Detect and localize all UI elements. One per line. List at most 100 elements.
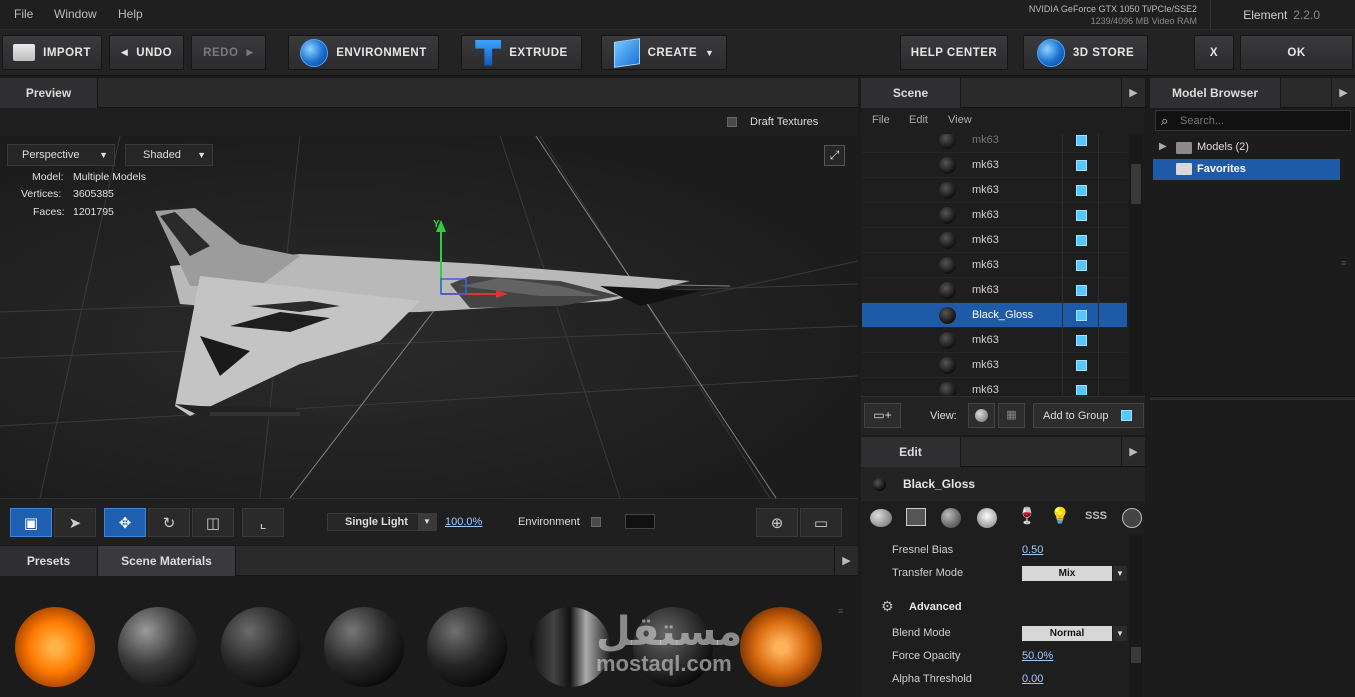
tab-edit[interactable]: Edit — [861, 437, 961, 467]
preset-dark-1[interactable] — [221, 607, 301, 687]
camera-icon[interactable]: ▣ — [10, 508, 52, 537]
tab-presets[interactable]: Presets — [0, 546, 98, 576]
chevron-right-icon[interactable]: ▶ — [1121, 437, 1145, 467]
light-percent-value[interactable]: 100.0% — [445, 516, 482, 528]
list-item[interactable]: mk63 — [862, 353, 1127, 378]
create-button[interactable]: CREATE ▼ — [601, 35, 727, 70]
add-folder-icon[interactable]: ▭+ — [864, 403, 901, 428]
wireframe-sphere-icon[interactable] — [1122, 508, 1142, 528]
visibility-icon[interactable] — [1076, 160, 1087, 171]
blend-mode-dropdown[interactable]: Normal — [1022, 626, 1112, 641]
maximize-icon[interactable]: ⤢ — [824, 145, 845, 166]
visibility-icon[interactable] — [1076, 210, 1087, 221]
draft-textures-checkbox[interactable] — [727, 117, 737, 127]
scrollbar-thumb[interactable] — [1131, 647, 1141, 663]
select-arrow-icon[interactable]: ➤ — [54, 508, 96, 537]
tab-preview[interactable]: Preview — [0, 78, 98, 108]
help-center-button[interactable]: HELP CENTER — [900, 35, 1008, 70]
undo-button[interactable]: ◀ UNDO — [109, 35, 184, 70]
scroll-grip[interactable]: ≡ — [838, 606, 852, 616]
extrude-button[interactable]: EXTRUDE — [461, 35, 582, 70]
menu-window[interactable]: Window — [54, 7, 97, 21]
visibility-icon[interactable] — [1076, 185, 1087, 196]
chevron-right-icon[interactable]: ▶ — [1121, 78, 1145, 108]
3d-viewport[interactable]: Y Perspective ▼ Shaded ▼ ⤢ Model: Multiple… — [0, 136, 858, 498]
pivot-icon[interactable]: ⌞ — [242, 508, 284, 537]
visibility-icon[interactable] — [1076, 260, 1087, 271]
visibility-icon[interactable] — [1076, 310, 1087, 321]
scene-menu-file[interactable]: File — [872, 114, 890, 126]
environment-color-swatch[interactable] — [625, 514, 655, 529]
import-button[interactable]: IMPORT — [2, 35, 102, 70]
shading-dropdown[interactable]: Shaded ▼ — [125, 144, 213, 166]
view-sphere-button[interactable] — [968, 403, 995, 428]
edit-scrollbar[interactable] — [1129, 535, 1143, 697]
environment-checkbox[interactable] — [591, 517, 601, 527]
visibility-icon[interactable] — [1076, 360, 1087, 371]
list-item[interactable]: mk63 — [862, 253, 1127, 278]
visibility-icon[interactable] — [1076, 385, 1087, 395]
close-button[interactable]: X — [1194, 35, 1234, 70]
chevron-right-icon[interactable]: ▶ — [834, 546, 858, 576]
visibility-icon[interactable] — [1076, 235, 1087, 246]
image-icon[interactable] — [906, 508, 926, 526]
environment-button[interactable]: ENVIRONMENT — [288, 35, 439, 70]
preset-orange-halves[interactable] — [740, 607, 822, 687]
light-mode-dropdown[interactable]: Single Light ▼ — [327, 513, 437, 531]
menu-help[interactable]: Help — [118, 7, 143, 21]
visibility-icon[interactable] — [1076, 135, 1087, 146]
rotate-icon[interactable]: ↻ — [148, 508, 190, 537]
move-icon[interactable]: ✥ — [104, 508, 146, 537]
preset-mech[interactable] — [118, 607, 198, 687]
menu-file[interactable]: File — [14, 7, 33, 21]
list-item[interactable]: mk63 — [862, 228, 1127, 253]
list-item[interactable]: mk63 — [862, 378, 1127, 395]
scrollbar-thumb[interactable] — [1131, 164, 1141, 204]
list-item[interactable]: mk63 — [862, 278, 1127, 303]
alpha-threshold-value[interactable]: 0.00 — [1022, 673, 1043, 685]
chevron-down-icon[interactable]: ▼ — [1113, 626, 1127, 641]
glass-icon[interactable]: 🍷 — [1017, 506, 1037, 526]
diffuse-sphere-icon[interactable] — [941, 508, 961, 528]
visibility-icon[interactable] — [1076, 285, 1087, 296]
view-texture-button[interactable]: ▦ — [998, 403, 1025, 428]
advanced-section-title[interactable]: Advanced — [909, 601, 962, 613]
list-item[interactable]: mk63 — [862, 203, 1127, 228]
crosshair-icon[interactable]: ⊕ — [756, 508, 798, 537]
3d-store-button[interactable]: 3D STORE — [1023, 35, 1148, 70]
list-item-selected[interactable]: Black_Gloss — [862, 303, 1127, 328]
expand-arrow-icon[interactable]: ▶ — [1159, 141, 1167, 152]
redo-button[interactable]: REDO ▶ — [191, 35, 266, 70]
scene-menu-view[interactable]: View — [948, 114, 972, 126]
preset-dark-2[interactable] — [324, 607, 404, 687]
ok-button[interactable]: OK — [1240, 35, 1353, 70]
force-opacity-value[interactable]: 50.0% — [1022, 650, 1053, 662]
monitor-icon[interactable]: ▭ — [800, 508, 842, 537]
list-item[interactable]: mk63 — [862, 153, 1127, 178]
scene-scrollbar[interactable] — [1129, 134, 1143, 395]
browser-splitter[interactable] — [1150, 396, 1355, 400]
chevron-right-icon[interactable]: ▶ — [1331, 78, 1355, 108]
light-bulb-icon[interactable]: 💡 — [1050, 506, 1070, 526]
fresnel-bias-value[interactable]: 0.50 — [1022, 544, 1043, 556]
tree-item-favorites[interactable]: Favorites — [1153, 159, 1340, 180]
tree-item-models[interactable]: ▶ Models (2) — [1150, 138, 1340, 158]
list-item[interactable]: mk63 — [862, 178, 1127, 203]
scale-icon[interactable]: ◫ — [192, 508, 234, 537]
tab-scene[interactable]: Scene — [861, 78, 961, 108]
add-to-group-button[interactable]: Add to Group — [1033, 403, 1144, 428]
sss-icon[interactable]: SSS — [1085, 510, 1107, 522]
tab-model-browser[interactable]: Model Browser — [1150, 78, 1281, 108]
chevron-down-icon[interactable]: ▼ — [1113, 566, 1127, 581]
preset-dark-3[interactable] — [427, 607, 507, 687]
search-field[interactable]: ⌕ — [1155, 110, 1351, 131]
list-item[interactable]: mk63 — [862, 134, 1127, 153]
tab-scene-materials[interactable]: Scene Materials — [98, 546, 236, 576]
scene-menu-edit[interactable]: Edit — [909, 114, 928, 126]
search-input[interactable] — [1180, 113, 1345, 128]
transfer-mode-dropdown[interactable]: Mix — [1022, 566, 1112, 581]
specular-sphere-icon[interactable] — [977, 508, 997, 528]
visibility-icon[interactable] — [1076, 335, 1087, 346]
scroll-grip[interactable]: ≡ — [1341, 258, 1351, 268]
list-item[interactable]: mk63 — [862, 328, 1127, 353]
